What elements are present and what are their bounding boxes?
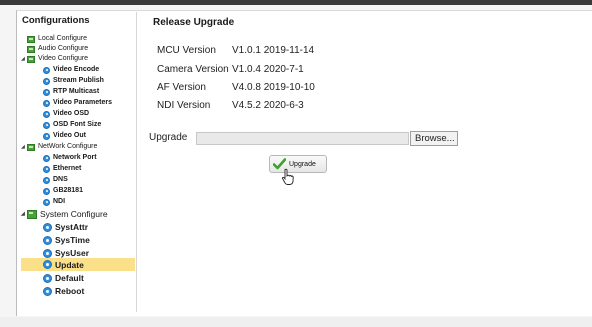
settings-node-icon [43, 176, 50, 184]
settings-node-icon [43, 77, 50, 85]
folder-icon [27, 143, 35, 151]
mcu-version-label: MCU Version [157, 45, 216, 56]
tree-item-systattr[interactable]: SystAttr [43, 221, 88, 233]
tree-item-video-encode[interactable]: Video Encode [43, 65, 99, 75]
tree-item-network-configure[interactable]: ◢ NetWork Configure [21, 142, 97, 152]
page-title: Release Upgrade [153, 17, 235, 28]
settings-node-icon [43, 222, 52, 232]
ndi-version-label: NDI Version [157, 100, 211, 111]
tree-item-default[interactable]: Default [43, 272, 84, 284]
bottom-strip [0, 317, 592, 327]
tree-item-video-configure[interactable]: ◢ Video Configure [21, 54, 88, 64]
config-tree-sidebar: Configurations Local Configure Audio Con… [18, 12, 137, 312]
settings-node-icon [43, 198, 50, 206]
tree-item-video-osd[interactable]: Video OSD [43, 109, 89, 119]
tree-item-rtp-multicast[interactable]: RTP Multicast [43, 87, 99, 97]
settings-node-icon [43, 121, 50, 129]
tree-item-video-out[interactable]: Video Out [43, 131, 86, 141]
settings-node-icon [43, 260, 52, 269]
tree-item-update[interactable]: Update [21, 258, 135, 271]
af-version-value: V4.0.8 2019-10-10 [232, 82, 315, 93]
upgrade-button[interactable]: Upgrade [269, 155, 327, 173]
tree-item-systime[interactable]: SysTime [43, 234, 90, 246]
folder-icon [27, 55, 35, 63]
tree-item-ndi[interactable]: NDI [43, 197, 65, 207]
browse-button[interactable]: Browse... [410, 131, 458, 146]
tree-item-ethernet[interactable]: Ethernet [43, 164, 81, 174]
tree-item-system-configure[interactable]: ◢ System Configure [21, 208, 108, 220]
tree-item-osd-font-size[interactable]: OSD Font Size [43, 120, 101, 130]
settings-node-icon [43, 99, 50, 107]
upgrade-button-label: Upgrade [289, 160, 316, 168]
camera-version-label: Camera Version [157, 64, 229, 75]
settings-node-icon [43, 66, 50, 74]
settings-node-icon [43, 132, 50, 140]
tree-item-dns[interactable]: DNS [43, 175, 68, 185]
upgrade-file-input[interactable] [196, 132, 409, 145]
tree-item-gb28181[interactable]: GB28181 [43, 186, 83, 196]
af-version-label: AF Version [157, 82, 206, 93]
folder-icon [27, 209, 37, 219]
settings-node-icon [43, 248, 52, 258]
tree-item-reboot[interactable]: Reboot [43, 285, 84, 297]
settings-node-icon [43, 235, 52, 245]
mcu-version-value: V1.0.1 2019-11-14 [232, 45, 315, 56]
window-top-edge [0, 0, 592, 5]
hand-pointer-cursor-icon [281, 168, 294, 185]
folder-icon [27, 45, 35, 53]
folder-icon [27, 35, 35, 43]
settings-node-icon [43, 154, 50, 162]
settings-node-icon [43, 187, 50, 195]
tree-item-video-parameters[interactable]: Video Parameters [43, 98, 112, 108]
settings-node-icon [43, 286, 52, 296]
tree-item-network-port[interactable]: Network Port [43, 153, 97, 163]
settings-node-icon [43, 88, 50, 96]
tree-item-audio-configure[interactable]: Audio Configure [27, 44, 88, 54]
settings-node-icon [43, 165, 50, 173]
sidebar-title: Configurations [22, 15, 90, 26]
ndi-version-value: V4.5.2 2020-6-3 [232, 100, 304, 111]
camera-version-value: V1.0.4 2020-7-1 [232, 64, 304, 75]
upgrade-file-label: Upgrade [149, 132, 188, 143]
tree-item-local-configure[interactable]: Local Configure [27, 34, 87, 44]
settings-node-icon [43, 273, 52, 283]
tree-item-stream-publish[interactable]: Stream Publish [43, 76, 104, 86]
settings-node-icon [43, 110, 50, 118]
